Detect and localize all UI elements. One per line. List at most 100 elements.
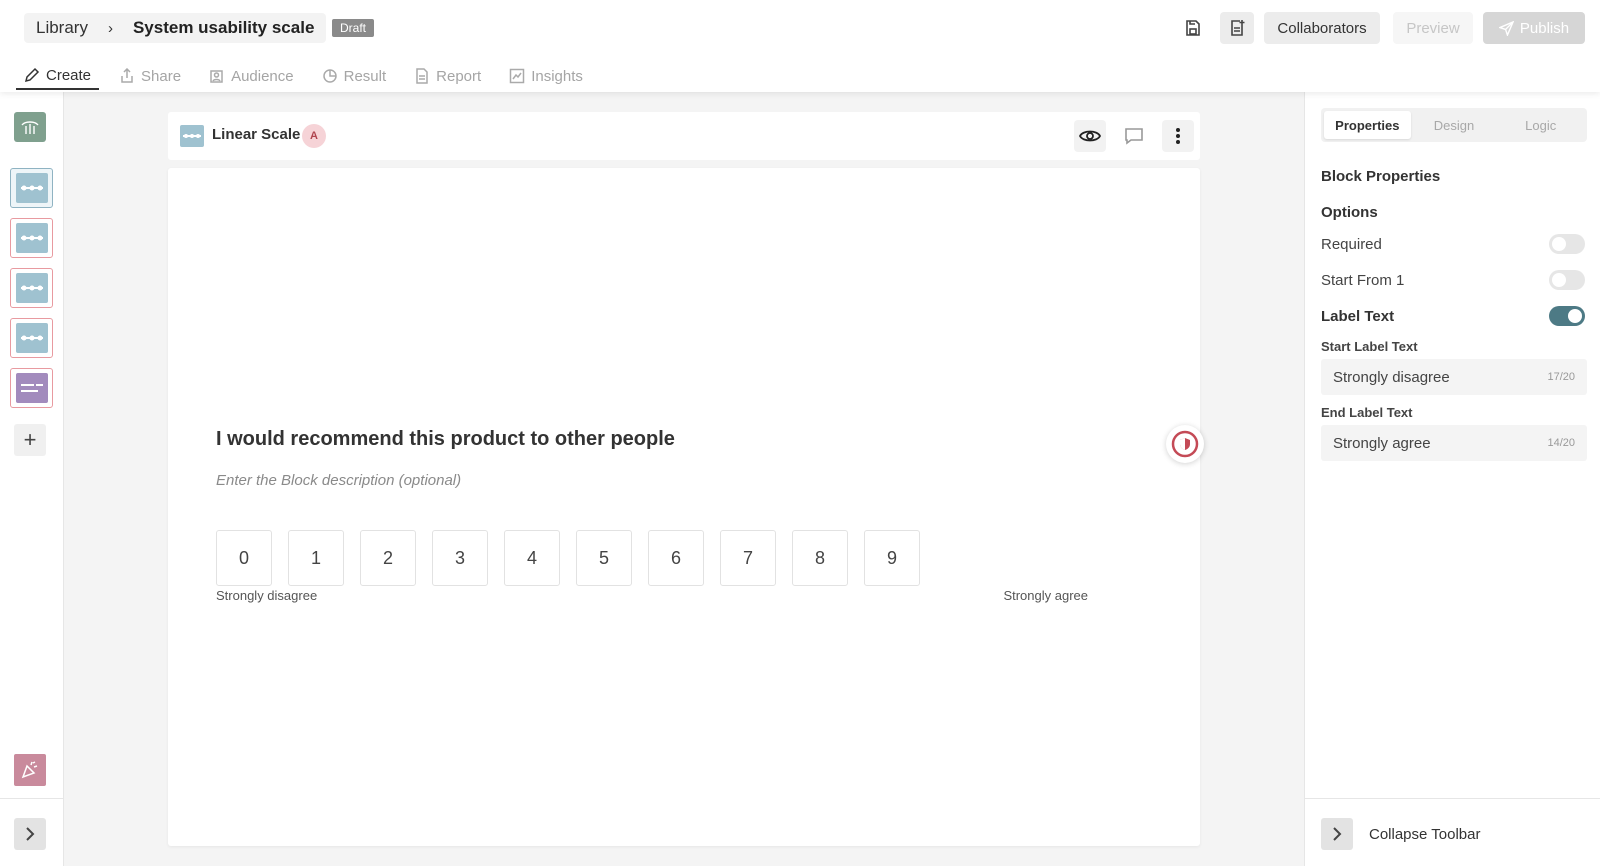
scale-option[interactable]: 1	[288, 530, 344, 586]
tab-label: Insights	[531, 67, 583, 85]
block-header: Linear Scale A	[168, 112, 1200, 160]
question-input[interactable]: I would recommend this product to other …	[216, 428, 675, 451]
collaborators-button[interactable]: Collaborators	[1264, 12, 1380, 44]
pencil-icon	[24, 67, 40, 83]
eye-icon	[1079, 130, 1101, 142]
rail-block-text[interactable]	[10, 368, 53, 408]
end-label-value: Strongly agree	[1333, 434, 1431, 452]
block-properties-heading: Block Properties	[1321, 168, 1441, 185]
scale-option[interactable]: 6	[648, 530, 704, 586]
label-text-toggle[interactable]	[1549, 306, 1585, 326]
start-label-title: Start Label Text	[1321, 339, 1418, 354]
main-tabs: Create Share Audience Result Report Insi…	[16, 62, 603, 92]
chevron-right-icon: ›	[107, 19, 113, 37]
floating-assistant-button[interactable]	[1166, 425, 1204, 463]
rail-divider	[0, 798, 63, 799]
breadcrumb-library-link[interactable]: Library	[36, 18, 88, 38]
text-block-icon	[15, 373, 48, 403]
add-block-button[interactable]: +	[14, 424, 46, 456]
options-heading: Options	[1321, 204, 1378, 221]
add-page-icon[interactable]	[1220, 12, 1254, 44]
tab-label: Create	[46, 66, 92, 84]
option-label-text: Label Text	[1321, 306, 1585, 326]
option-label: Required	[1321, 235, 1382, 253]
collapse-toolbar-button[interactable]	[1321, 818, 1353, 850]
audience-icon	[210, 70, 223, 83]
tab-audience[interactable]: Audience	[201, 62, 302, 90]
tab-share[interactable]: Share	[111, 62, 189, 90]
option-required: Required	[1321, 234, 1585, 254]
preview-button[interactable]: Preview	[1393, 12, 1473, 44]
report-icon	[416, 68, 428, 84]
save-icon[interactable]	[1176, 12, 1210, 44]
properties-panel: Properties Design Logic Block Properties…	[1304, 92, 1600, 866]
description-input[interactable]: Enter the Block description (optional)	[216, 472, 461, 489]
publish-button[interactable]: Publish	[1483, 12, 1585, 44]
rail-block-linear-scale[interactable]	[10, 268, 53, 308]
thank-you-block-icon[interactable]	[14, 754, 46, 786]
linear-scale-icon	[15, 323, 48, 353]
collapse-toolbar-label[interactable]: Collapse Toolbar	[1369, 826, 1480, 843]
linear-scale-icon	[15, 173, 48, 203]
tab-design[interactable]: Design	[1411, 111, 1498, 139]
tab-label: Audience	[231, 67, 294, 85]
tab-insights[interactable]: Insights	[501, 62, 591, 90]
panel-tabs: Properties Design Logic	[1321, 108, 1587, 142]
end-label-input[interactable]: Strongly agree 14/20	[1321, 425, 1587, 461]
tab-report[interactable]: Report	[406, 62, 489, 90]
line-chart-icon	[509, 68, 525, 84]
more-options-button[interactable]	[1162, 120, 1194, 152]
share-icon	[121, 68, 133, 83]
scale-option[interactable]: 8	[792, 530, 848, 586]
tab-label: Share	[141, 67, 182, 85]
tab-create[interactable]: Create	[16, 62, 100, 90]
send-icon	[1498, 20, 1514, 36]
end-label-title: End Label Text	[1321, 405, 1413, 420]
block-sidebar: +	[0, 92, 64, 866]
tab-label: Report	[436, 67, 482, 85]
pie-chart-icon	[322, 69, 337, 83]
scale-option[interactable]: 7	[720, 530, 776, 586]
scale-option[interactable]: 0	[216, 530, 272, 586]
scale-option[interactable]: 2	[360, 530, 416, 586]
start-label-input[interactable]: Strongly disagree 17/20	[1321, 359, 1587, 395]
tab-logic[interactable]: Logic	[1497, 111, 1584, 139]
tab-result[interactable]: Result	[314, 62, 395, 90]
option-label: Start From 1	[1321, 271, 1405, 289]
shield-icon	[1171, 430, 1199, 458]
publish-label: Publish	[1519, 19, 1570, 37]
chevron-right-icon	[26, 827, 35, 841]
expand-sidebar-button[interactable]	[14, 818, 46, 850]
survey-title[interactable]: System usability scale	[133, 18, 314, 38]
scale-option[interactable]: 5	[576, 530, 632, 586]
required-toggle[interactable]	[1549, 234, 1585, 254]
rail-block-linear-scale[interactable]	[10, 318, 53, 358]
scale-start-label: Strongly disagree	[216, 588, 318, 603]
char-count: 14/20	[1547, 437, 1575, 449]
rail-block-linear-scale[interactable]	[10, 218, 53, 258]
avatar[interactable]: A	[302, 124, 326, 148]
top-bar: Library › System usability scale Draft C…	[0, 0, 1600, 92]
welcome-block-icon[interactable]	[14, 112, 46, 142]
preview-block-button[interactable]	[1074, 120, 1106, 152]
option-start-from-1: Start From 1	[1321, 270, 1585, 290]
start-label-value: Strongly disagree	[1333, 368, 1450, 386]
rail-block-linear-scale[interactable]	[10, 168, 53, 208]
linear-scale-icon	[15, 273, 48, 303]
comment-icon	[1125, 128, 1143, 145]
panel-divider	[1305, 798, 1600, 799]
char-count: 17/20	[1547, 371, 1575, 383]
breadcrumb: Library › System usability scale	[24, 13, 327, 43]
scale-option[interactable]: 4	[504, 530, 560, 586]
chevron-right-icon	[1333, 827, 1342, 841]
start-from-1-toggle[interactable]	[1549, 270, 1585, 290]
scale-option[interactable]: 3	[432, 530, 488, 586]
scale-option[interactable]: 9	[864, 530, 920, 586]
linear-scale-options: 0 1 2 3 4 5 6 7 8 9	[216, 530, 920, 586]
block-type-label: Linear Scale	[212, 126, 301, 143]
block-editor: I would recommend this product to other …	[168, 168, 1200, 846]
status-badge: Draft	[332, 19, 375, 37]
comment-button[interactable]	[1118, 120, 1150, 152]
linear-scale-icon	[15, 223, 48, 253]
tab-properties[interactable]: Properties	[1324, 111, 1411, 139]
